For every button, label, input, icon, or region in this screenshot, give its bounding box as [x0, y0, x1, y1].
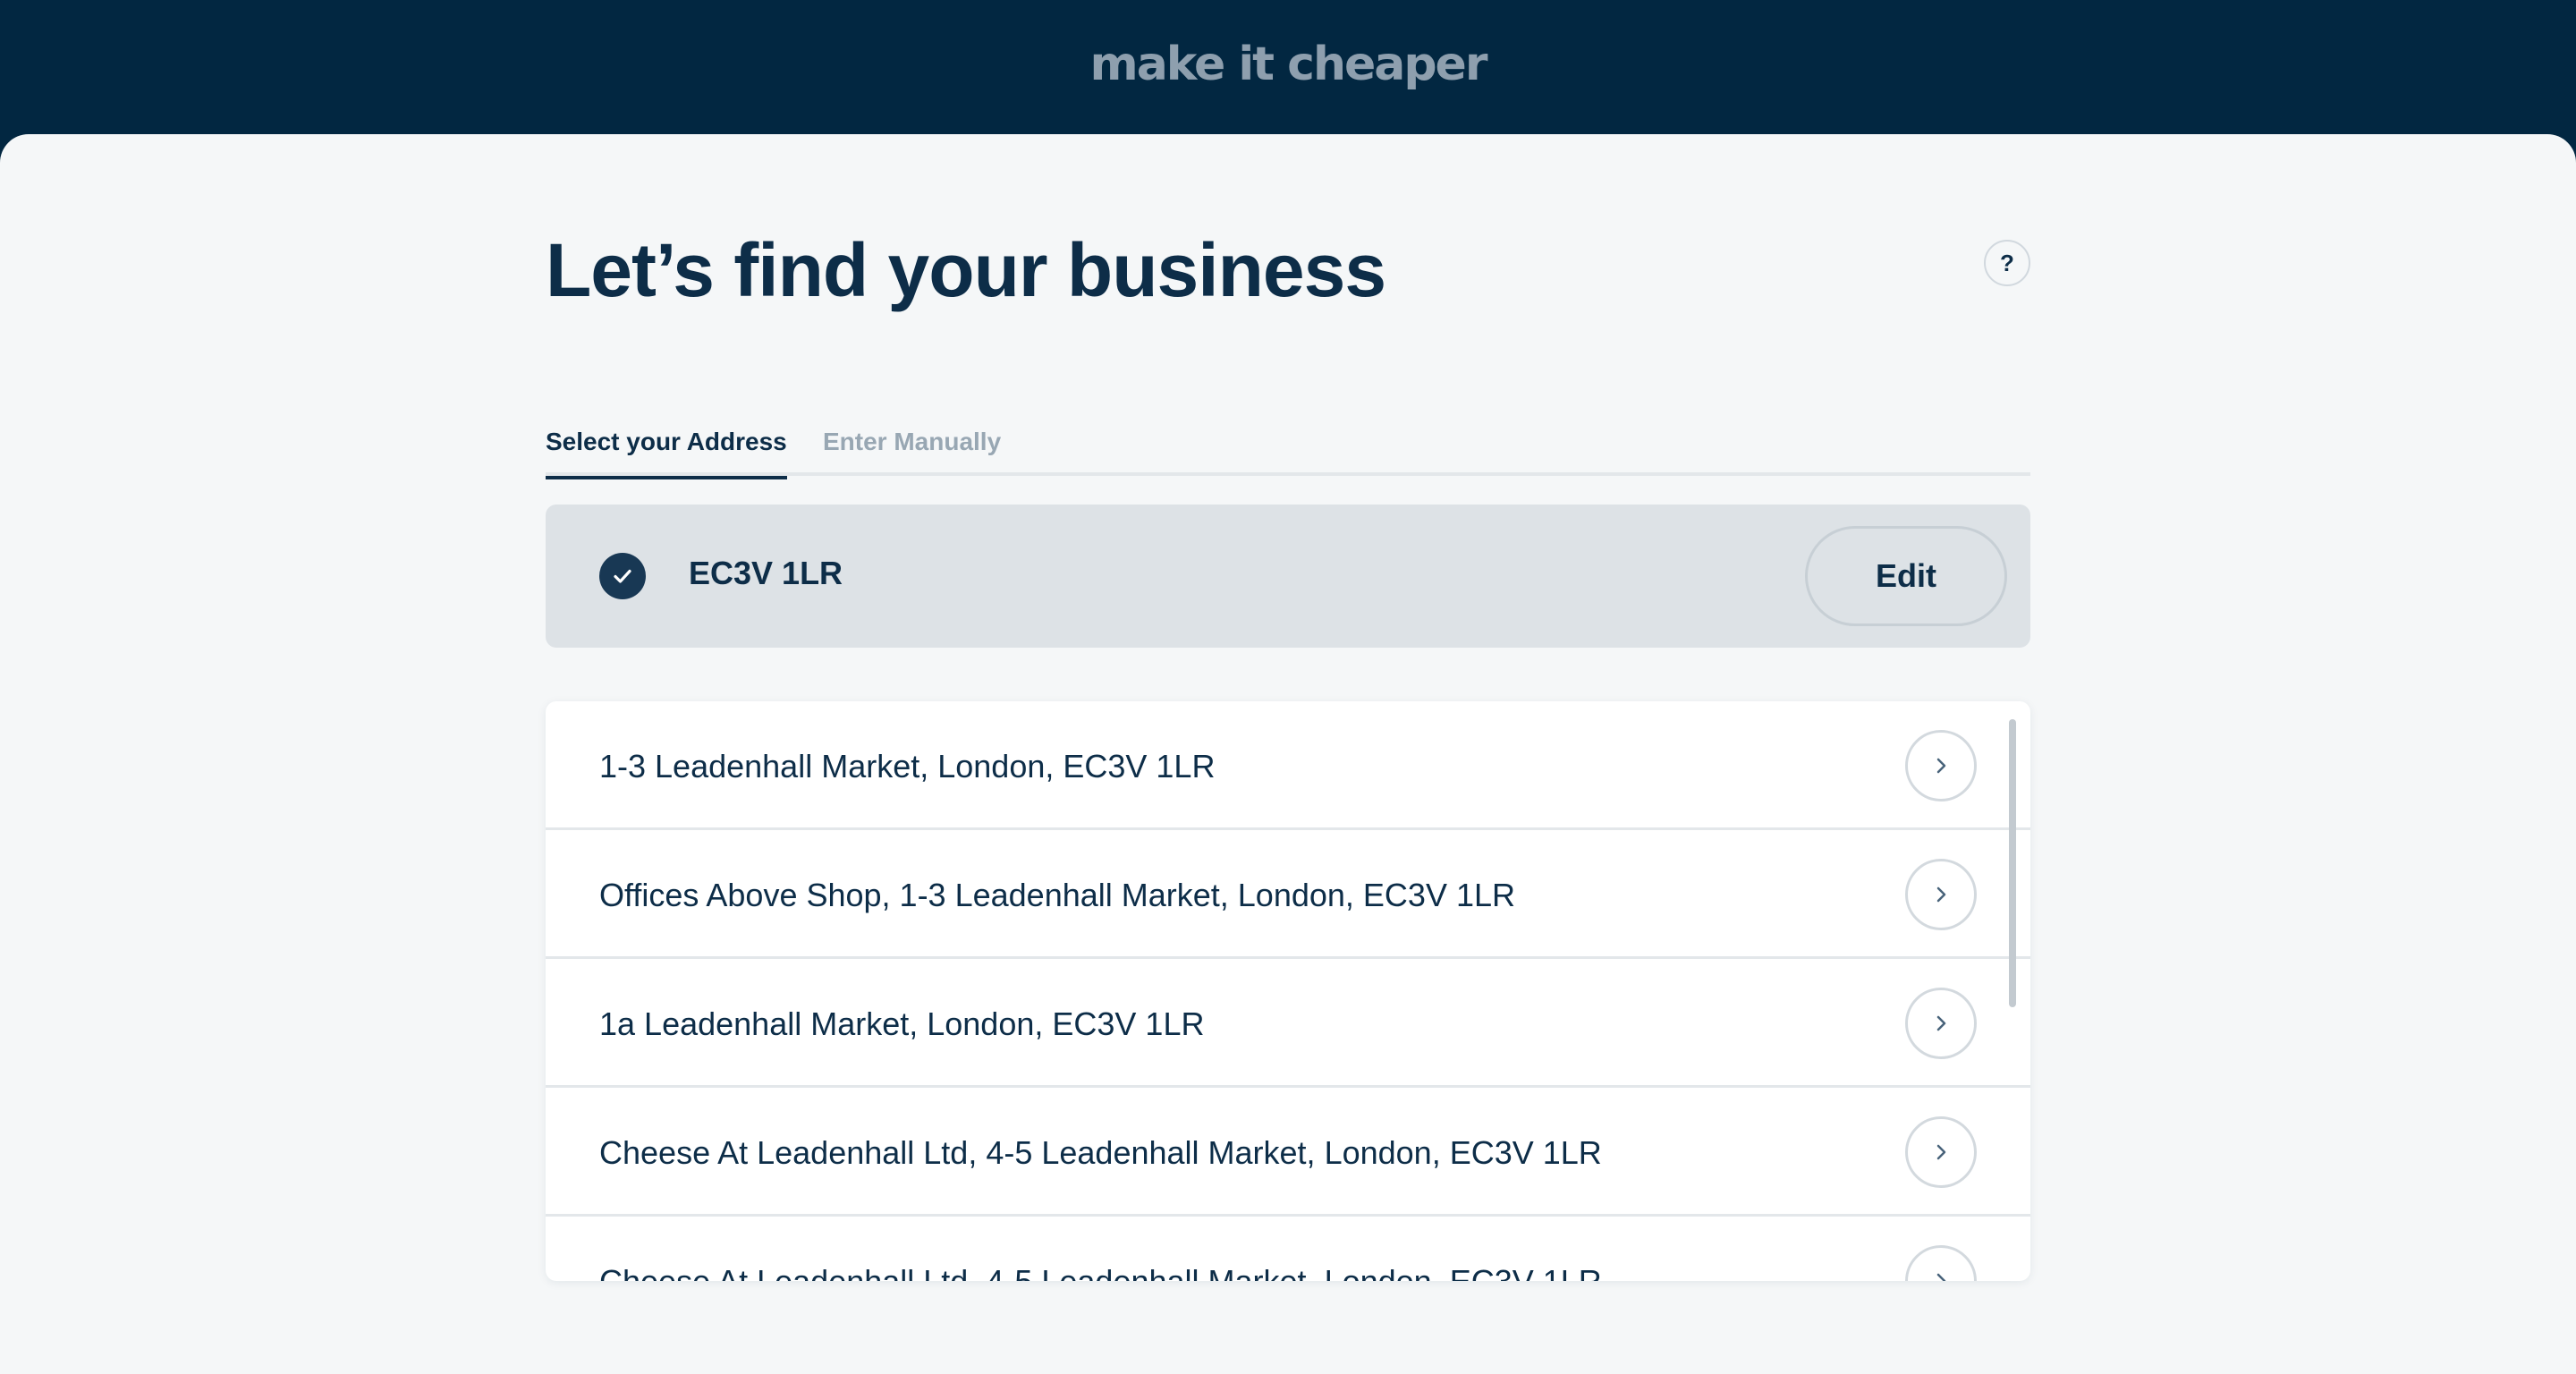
address-label: Offices Above Shop, 1-3 Leadenhall Marke… — [599, 877, 1515, 913]
help-button[interactable]: ? — [1984, 240, 2030, 286]
edit-button[interactable]: Edit — [1805, 526, 2007, 626]
address-label: Cheese At Leadenhall Ltd, 4-5 Leadenhall… — [599, 1134, 1602, 1171]
list-scrollbar[interactable] — [2009, 719, 2016, 1007]
address-label: 1a Leadenhall Market, London, EC3V 1LR — [599, 1005, 1205, 1042]
chevron-right-icon[interactable] — [1905, 1116, 1977, 1188]
question-icon: ? — [2000, 249, 2014, 276]
content: Let’s find your business ? Select your A… — [546, 134, 2030, 1374]
address-option[interactable]: Offices Above Shop, 1-3 Leadenhall Marke… — [546, 830, 2030, 959]
check-icon — [599, 553, 646, 599]
address-list[interactable]: 1-3 Leadenhall Market, London, EC3V 1LR … — [546, 701, 2030, 1281]
tab-select-address[interactable]: Select your Address — [546, 428, 787, 479]
selected-postcode-panel: EC3V 1LR Edit — [546, 505, 2030, 648]
address-option[interactable]: 1-3 Leadenhall Market, London, EC3V 1LR — [546, 701, 2030, 830]
main-panel: Let’s find your business ? Select your A… — [0, 134, 2576, 1374]
top-bar: make it cheaper — [0, 0, 2576, 136]
chevron-right-icon[interactable] — [1905, 988, 1977, 1059]
postcode-value: EC3V 1LR — [689, 555, 843, 591]
chevron-right-icon[interactable] — [1905, 730, 1977, 802]
chevron-right-icon[interactable] — [1905, 1245, 1977, 1281]
page-title: Let’s find your business — [546, 228, 1386, 312]
address-label: Cheese At Leadenhall Ltd, 4-5 Leadenhall… — [599, 1263, 1602, 1281]
tab-enter-manually[interactable]: Enter Manually — [823, 428, 1001, 476]
logo[interactable]: make it cheaper — [1090, 38, 1488, 91]
address-option[interactable]: Cheese At Leadenhall Ltd, 4-5 Leadenhall… — [546, 1088, 2030, 1217]
address-option[interactable]: 1a Leadenhall Market, London, EC3V 1LR — [546, 959, 2030, 1088]
address-label: 1-3 Leadenhall Market, London, EC3V 1LR — [599, 748, 1216, 785]
address-option[interactable]: Cheese At Leadenhall Ltd, 4-5 Leadenhall… — [546, 1217, 2030, 1281]
address-tabs: Select your Address Enter Manually — [546, 419, 2030, 479]
chevron-right-icon[interactable] — [1905, 859, 1977, 930]
